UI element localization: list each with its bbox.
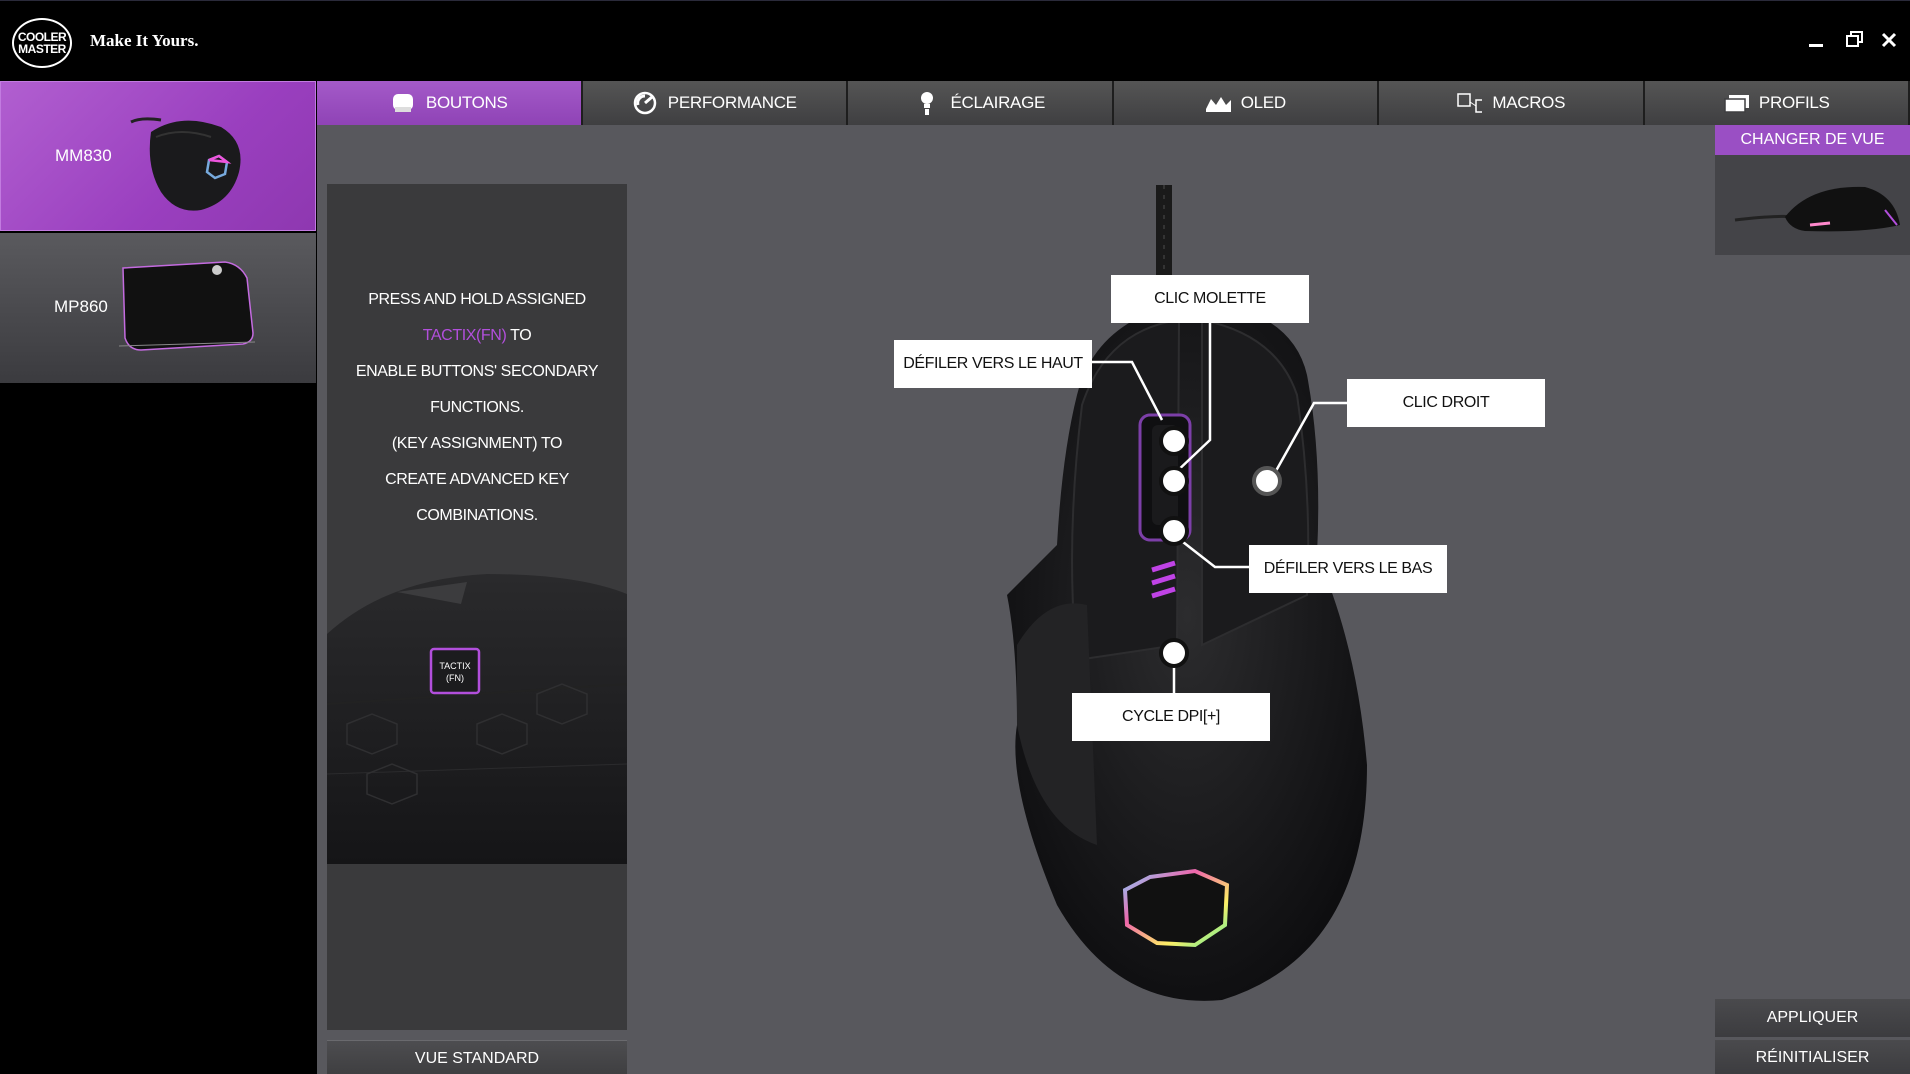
bulb-icon (914, 92, 940, 115)
change-view-button[interactable]: CHANGER DE VUE (1715, 125, 1910, 155)
callout-scroll-down[interactable]: DÉFILER VERS LE BAS (1249, 545, 1447, 593)
title-bar: COOLER MASTER Make It Yours. (0, 0, 1910, 81)
apply-button[interactable]: APPLIQUER (1715, 999, 1910, 1037)
hotspot-dpi-cycle (1159, 638, 1189, 668)
device-sidebar: MM830 MP860 (0, 81, 316, 1074)
tab-label: BOUTONS (425, 93, 508, 112)
button-diagram: CLIC MOLETTE DÉFILER VERS LE HAUT CLIC D… (317, 125, 1910, 1074)
tab-macros[interactable]: MACROS (1379, 81, 1645, 125)
device-item-mm830[interactable]: MM830 (0, 81, 316, 231)
tab-performance[interactable]: PERFORMANCE (582, 81, 848, 125)
reset-button[interactable]: RÉINITIALISER (1715, 1040, 1910, 1074)
hotspot-right-click (1252, 466, 1282, 496)
minimize-icon[interactable] (1803, 27, 1829, 53)
callout-scroll-up[interactable]: DÉFILER VERS LE HAUT (894, 340, 1092, 388)
restore-icon[interactable] (1842, 27, 1868, 53)
tab-label: PROFILS (1758, 93, 1830, 112)
hotspot-wheel-click (1159, 466, 1189, 496)
callout-right-click[interactable]: CLIC DROIT (1347, 379, 1545, 427)
callout-dpi-cycle[interactable]: CYCLE DPI[+] (1072, 693, 1270, 741)
device-label: MM830 (55, 146, 112, 165)
mousepad-icon (118, 261, 256, 351)
cooler-master-logo: COOLER MASTER (12, 18, 72, 68)
tagline: Make It Yours. (90, 31, 199, 50)
device-label: MP860 (54, 297, 108, 316)
close-icon[interactable] (1876, 27, 1902, 53)
logo-line-2: MASTER (18, 42, 66, 56)
callout-wheel-click[interactable]: CLIC MOLETTE (1111, 275, 1309, 323)
gauge-icon (632, 91, 658, 115)
oled-display-icon (1205, 92, 1231, 114)
main-tabs: BOUTONS PERFORMANCE ÉCLAIRAGE OLED MACRO… (317, 81, 1910, 125)
tab-profils[interactable]: PROFILS (1644, 81, 1910, 125)
mouse-icon (130, 117, 241, 211)
mouse-side-thumbnail (1734, 186, 1900, 232)
tab-oled[interactable]: OLED (1113, 81, 1379, 125)
hotspot-scroll-down (1159, 516, 1189, 546)
mouse-top-illustration (1007, 185, 1367, 1001)
tab-label: MACROS (1492, 93, 1566, 112)
tab-boutons[interactable]: BOUTONS (317, 81, 583, 125)
macro-keys-icon (1456, 92, 1483, 114)
tab-eclairage[interactable]: ÉCLAIRAGE (848, 81, 1114, 125)
mouse-icon (390, 92, 416, 114)
hotspot-scroll-up (1159, 426, 1189, 456)
profiles-icon (1723, 92, 1749, 114)
tab-label: PERFORMANCE (667, 93, 797, 112)
tab-label: OLED (1240, 93, 1286, 112)
main-content: PRESS AND HOLD ASSIGNED TACTIX(FN) TO EN… (317, 125, 1910, 1074)
side-view-thumbnail[interactable] (1715, 155, 1910, 255)
tab-label: ÉCLAIRAGE (950, 93, 1046, 112)
device-item-mp860[interactable]: MP860 (0, 233, 316, 383)
